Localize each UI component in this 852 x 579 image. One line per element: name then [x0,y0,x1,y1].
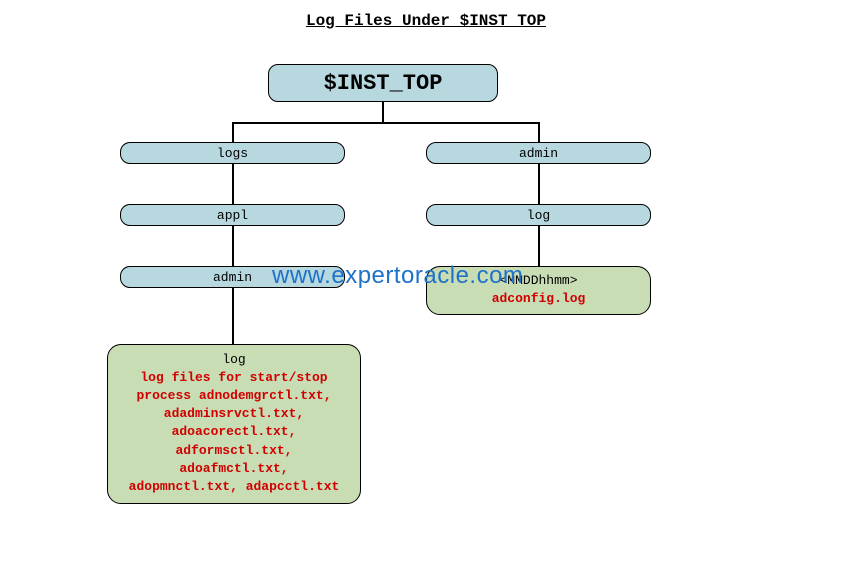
node-appl: appl [120,204,345,226]
node-log-leaf: log log files for start/stop process adn… [107,344,361,504]
node-log-leaf-label: log [222,352,245,367]
node-admin-left-label: admin [213,270,252,285]
node-appl-label: appl [217,208,248,223]
node-admin-right-label: admin [519,146,558,161]
connector [538,122,540,142]
connector [538,226,540,266]
node-admin-left: admin [120,266,345,288]
connector [232,288,234,344]
node-admin-right: admin [426,142,651,164]
node-logs: logs [120,142,345,164]
node-mmddhhmm-label: <MMDDhhmm> [499,273,577,288]
page-title: Log Files Under $INST TOP [0,12,852,30]
node-log-leaf-content: log files for start/stop process adnodem… [129,369,340,496]
node-log-right: log [426,204,651,226]
connector [232,226,234,266]
connector [232,164,234,204]
connector [538,164,540,204]
node-log-right-label: log [527,208,550,223]
node-mmddhhmm: <MMDDhhmm> adconfig.log [426,266,651,315]
node-root-label: $INST_TOP [324,71,443,96]
node-root: $INST_TOP [268,64,498,102]
connector [232,122,540,124]
node-mmddhhmm-content: adconfig.log [492,290,586,308]
connector [232,122,234,142]
node-logs-label: logs [217,146,248,161]
connector [382,102,384,122]
